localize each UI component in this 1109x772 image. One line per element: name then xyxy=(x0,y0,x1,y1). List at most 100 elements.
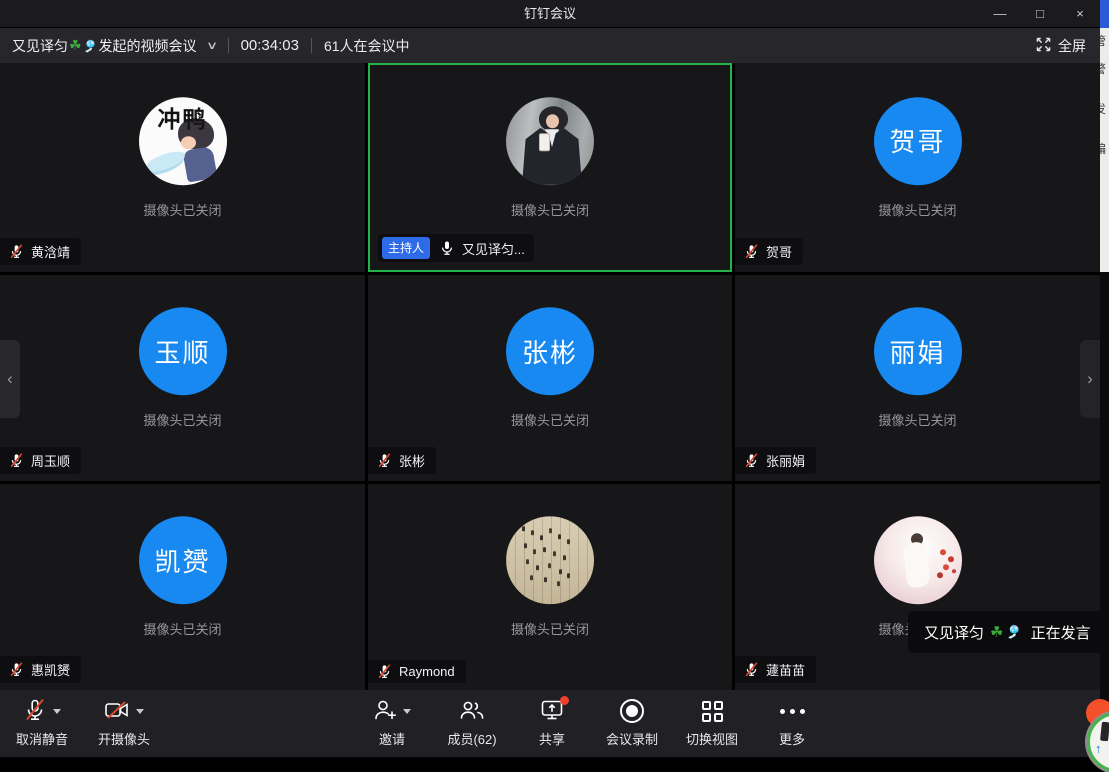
chevron-down-icon[interactable] xyxy=(403,709,411,714)
fullscreen-control[interactable]: 全屏 xyxy=(1036,28,1086,63)
previous-page-chevron[interactable]: ‹ xyxy=(0,340,20,418)
speaking-toast: 又见译匀 ☘ 🎐 正在发言 xyxy=(908,611,1100,653)
participant-name-chip: 周玉顺 xyxy=(0,447,81,474)
mic-muted-icon xyxy=(744,244,759,259)
participant-name: 周玉顺 xyxy=(31,451,70,470)
mic-muted-icon xyxy=(23,698,47,725)
invite-label: 邀请 xyxy=(379,729,405,748)
avatar-initials: 丽娟 xyxy=(874,307,962,395)
clipped-text: 管 xyxy=(1100,32,1106,49)
invite-person-icon xyxy=(373,699,397,724)
avatar-initials: 贺哥 xyxy=(874,97,962,185)
notification-dot xyxy=(560,696,569,705)
camera-on-label: 开摄像头 xyxy=(98,729,150,748)
participant-tile-host-active[interactable]: 摄像头已关闭 主持人 又见译匀... xyxy=(368,63,732,272)
divider xyxy=(311,38,312,53)
avatar-text: 玉顺 xyxy=(154,333,210,370)
record-icon xyxy=(620,699,644,723)
participant-name-chip: 黄浛靖 xyxy=(0,238,81,265)
chevron-down-icon[interactable]: ∨ xyxy=(206,39,218,52)
mic-muted-icon xyxy=(9,453,24,468)
camera-off-label: 摄像头已关闭 xyxy=(511,200,589,219)
meeting-title-group[interactable]: 又见译匀 ☘ 🎐 发起的视频会议 ∨ 00:34:03 61人在会议中 xyxy=(12,28,410,63)
participant-name-chip: 蘧苗苗 xyxy=(735,656,816,683)
mic-on-icon xyxy=(439,240,455,256)
avatar-text: 凯赟 xyxy=(154,542,210,579)
video-grid: 冲鸭 摄像头已关闭 黄浛靖 摄像头已关闭 主持人 xyxy=(0,63,1100,690)
window-titlebar: 钉钉会议 — □ × xyxy=(0,0,1100,28)
participant-name-chip: Raymond xyxy=(368,660,466,683)
members-icon xyxy=(459,699,485,724)
members-button[interactable]: 成员(62) xyxy=(432,690,512,757)
mic-muted-icon xyxy=(377,664,392,679)
windchime-emoji: 🎐 xyxy=(83,39,98,53)
clipped-text: 发 xyxy=(1100,100,1106,117)
camera-off-label: 摄像头已关闭 xyxy=(143,200,221,219)
chevron-down-icon[interactable] xyxy=(136,709,144,714)
camera-on-button[interactable]: 开摄像头 xyxy=(98,690,150,757)
participant-name-chip: 张彬 xyxy=(368,447,436,474)
participant-name: 张丽娟 xyxy=(766,451,805,470)
share-screen-button[interactable]: 共享 xyxy=(512,690,592,757)
avatar-photo xyxy=(506,97,594,185)
participant-tile-huanghanjing[interactable]: 冲鸭 摄像头已关闭 黄浛靖 xyxy=(0,63,365,272)
clipped-text: 警 xyxy=(1100,60,1106,77)
more-label: 更多 xyxy=(779,729,805,748)
speaker-name: 又见译匀 xyxy=(924,622,984,643)
avatar-initials: 玉顺 xyxy=(139,307,227,395)
meeting-title-suffix: 发起的视频会议 xyxy=(99,36,197,56)
window-controls: — □ × xyxy=(980,0,1100,27)
meeting-toolbar: 取消静音 开摄像头 邀请 xyxy=(0,690,1100,757)
participant-tile-zhangbin[interactable]: 张彬 摄像头已关闭 张彬 xyxy=(368,275,732,481)
host-badge: 主持人 xyxy=(382,237,430,259)
mic-muted-icon xyxy=(744,453,759,468)
dingtalk-meeting-window: { "window": { "title": "钉钉会议", "controls… xyxy=(0,0,1109,757)
camera-off-label: 摄像头已关闭 xyxy=(143,619,221,638)
divider xyxy=(228,38,229,53)
close-button[interactable]: × xyxy=(1060,0,1100,27)
fullscreen-icon xyxy=(1036,37,1051,55)
widget-glyph xyxy=(1100,722,1109,742)
clipped-text: 编 xyxy=(1100,140,1106,157)
chevron-down-icon[interactable] xyxy=(53,709,61,714)
mic-muted-icon xyxy=(744,662,759,677)
participant-tile-huikaiyun[interactable]: 凯赟 摄像头已关闭 惠凯赟 xyxy=(0,484,365,690)
camera-off-label: 摄像头已关闭 xyxy=(878,200,956,219)
avatar-photo xyxy=(874,516,962,604)
participant-name-chip: 张丽娟 xyxy=(735,447,816,474)
switch-view-button[interactable]: 切换视图 xyxy=(672,690,752,757)
minimize-button[interactable]: — xyxy=(980,0,1020,27)
meeting-timer: 00:34:03 xyxy=(241,37,299,54)
invite-button[interactable]: 邀请 xyxy=(352,690,432,757)
participant-name: 又见译匀... xyxy=(462,239,525,258)
meeting-app-window: 钉钉会议 — □ × 又见译匀 ☘ 🎐 发起的视频会议 ∨ 00:34:03 6… xyxy=(0,0,1100,757)
participant-name-chip: 贺哥 xyxy=(735,238,803,265)
more-dots-icon xyxy=(780,709,805,714)
avatar-cartoon: 冲鸭 xyxy=(139,97,227,185)
background-window-edge: 管 警 发 编 xyxy=(1100,0,1109,757)
participant-tile-qumiaomiao[interactable]: 摄像头已关闭 蘧苗苗 xyxy=(735,484,1100,690)
widget-up-arrow: ↑ xyxy=(1095,741,1102,756)
more-button[interactable]: 更多 xyxy=(752,690,832,757)
participant-tile-raymond[interactable]: 摄像头已关闭 Raymond xyxy=(368,484,732,690)
unmute-button[interactable]: 取消静音 xyxy=(16,690,68,757)
participant-name: 惠凯赟 xyxy=(31,660,70,679)
record-button[interactable]: 会议录制 xyxy=(592,690,672,757)
mic-muted-icon xyxy=(9,244,24,259)
avatar-initials: 张彬 xyxy=(506,307,594,395)
mic-muted-icon xyxy=(9,662,24,677)
share-screen-icon xyxy=(540,698,564,725)
next-page-chevron[interactable]: › xyxy=(1080,340,1100,418)
windchime-emoji: 🎐 xyxy=(1005,624,1021,640)
participant-tile-zhouyushun[interactable]: 玉顺 摄像头已关闭 周玉顺 xyxy=(0,275,365,481)
maximize-button[interactable]: □ xyxy=(1020,0,1060,27)
meeting-header-bar: 又见译匀 ☘ 🎐 发起的视频会议 ∨ 00:34:03 61人在会议中 全屏 xyxy=(0,28,1100,63)
avatar-text: 丽娟 xyxy=(889,333,945,370)
avatar-text: 贺哥 xyxy=(889,122,945,159)
window-title: 钉钉会议 xyxy=(0,0,1100,27)
participant-tile-hege[interactable]: 贺哥 摄像头已关闭 贺哥 xyxy=(735,63,1100,272)
switch-view-label: 切换视图 xyxy=(686,729,738,748)
participant-tile-zhanglijuan[interactable]: 丽娟 摄像头已关闭 张丽娟 xyxy=(735,275,1100,481)
clover-emoji: ☘ xyxy=(69,37,82,54)
participant-name: 黄浛靖 xyxy=(31,242,70,261)
